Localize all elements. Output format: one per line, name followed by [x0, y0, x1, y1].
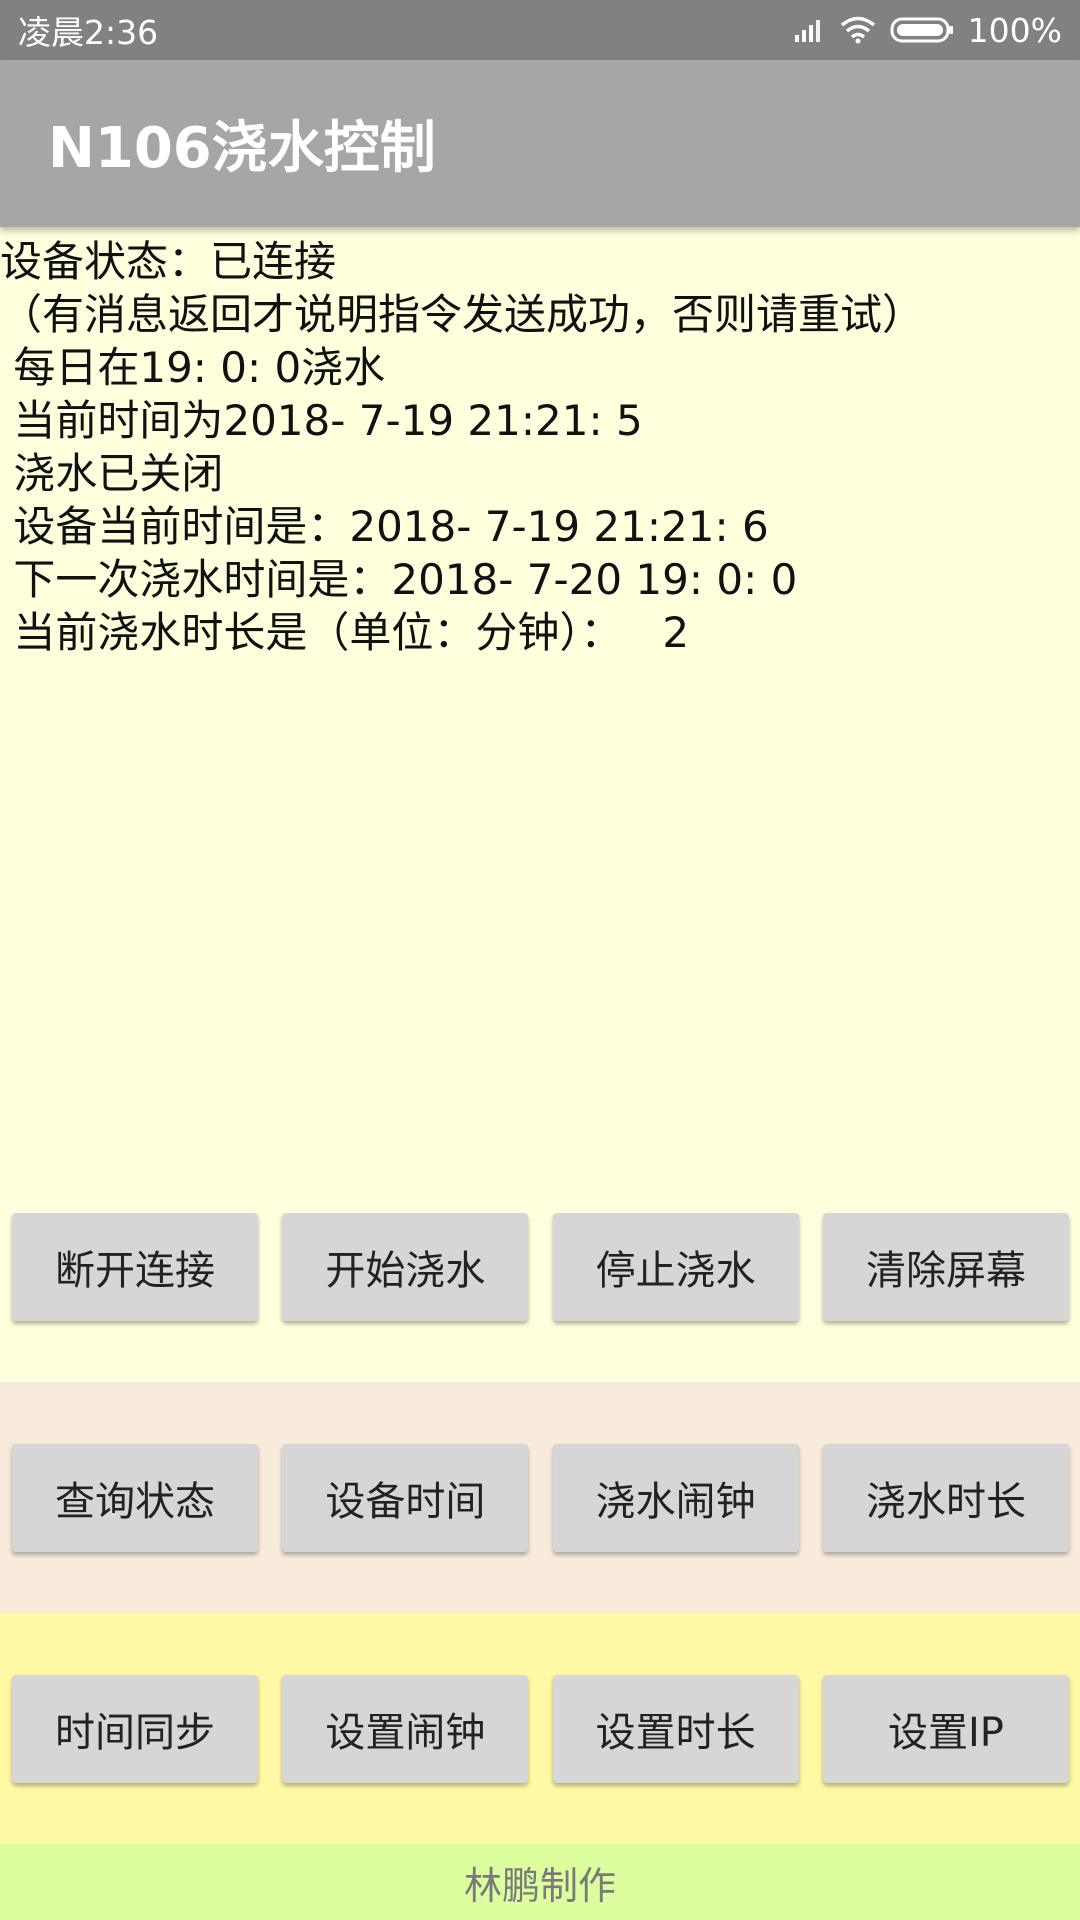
set-ip-button[interactable]: 设置IP	[822, 1674, 1069, 1783]
log-line: 当前时间为2018- 7-19 21:21: 5	[0, 396, 643, 445]
log-line: 设备当前时间是：2018- 7-19 21:21: 6	[0, 502, 769, 551]
app-bar: N106浇水控制	[0, 60, 1080, 227]
log-area: 设备状态：已连接 （有消息返回才说明指令发送成功，否则请重试） 每日在19: 0…	[0, 227, 1080, 1151]
status-time: 凌晨2:36	[18, 13, 159, 52]
status-bar: 凌晨2:36 100%	[0, 0, 1080, 60]
battery-percent: 100%	[967, 10, 1062, 50]
device-time-button[interactable]: 设备时间	[282, 1443, 529, 1552]
stop-watering-button[interactable]: 停止浇水	[552, 1212, 799, 1321]
set-alarm-button[interactable]: 设置闹钟	[282, 1674, 529, 1783]
button-row-settings: 时间同步 设置闹钟 设置时长 设置IP	[0, 1613, 1080, 1844]
set-duration-button[interactable]: 设置时长	[552, 1674, 799, 1783]
log-line: 下一次浇水时间是：2018- 7-20 19: 0: 0	[0, 555, 798, 604]
query-status-button[interactable]: 查询状态	[12, 1443, 258, 1552]
signal-icon	[794, 17, 826, 43]
app-title: N106浇水控制	[48, 116, 436, 181]
log-line: 浇水已关闭	[0, 449, 224, 498]
battery-icon	[890, 16, 954, 44]
log-line: 当前浇水时长是（单位：分钟）： 2	[0, 608, 690, 657]
log-line: 设备状态：已连接	[0, 237, 337, 286]
button-row-query: 查询状态 设备时间 浇水闹钟 浇水时长	[0, 1382, 1080, 1613]
watering-duration-button[interactable]: 浇水时长	[822, 1443, 1069, 1552]
footer: 林鹏制作	[0, 1844, 1080, 1920]
watering-alarm-button[interactable]: 浇水闹钟	[552, 1443, 799, 1552]
clear-screen-button[interactable]: 清除屏幕	[822, 1212, 1069, 1321]
time-sync-button[interactable]: 时间同步	[12, 1674, 258, 1783]
wifi-icon	[840, 16, 876, 44]
button-row-connection: 断开连接 开始浇水 停止浇水 清除屏幕	[0, 1151, 1080, 1382]
disconnect-button[interactable]: 断开连接	[12, 1212, 258, 1321]
log-line: 每日在19: 0: 0浇水	[0, 343, 386, 392]
start-watering-button[interactable]: 开始浇水	[282, 1212, 529, 1321]
log-line: （有消息返回才说明指令发送成功，否则请重试）	[0, 290, 925, 339]
status-icons: 100%	[794, 11, 1062, 50]
footer-credit: 林鹏制作	[463, 1863, 616, 1908]
